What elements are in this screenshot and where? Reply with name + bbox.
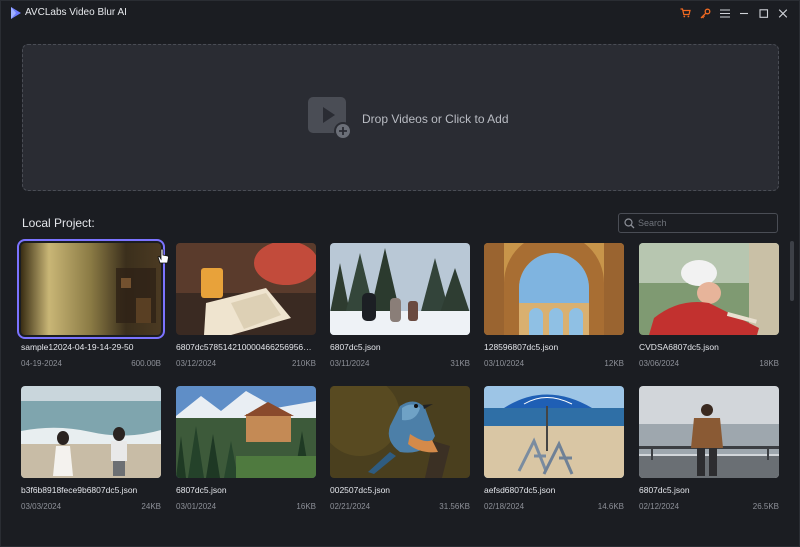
file-date: 03/11/2024 (330, 359, 370, 368)
file-date: 02/18/2024 (484, 502, 525, 511)
menu-icon[interactable] (715, 4, 735, 22)
thumbnail (330, 386, 470, 478)
title-bar: AVCLabs Video Blur AI (1, 1, 799, 25)
close-icon[interactable] (774, 4, 794, 22)
search-icon (624, 218, 635, 229)
app-logo-icon (11, 7, 21, 19)
minimize-icon[interactable] (735, 4, 755, 22)
thumbnail (484, 386, 624, 478)
thumbnail (639, 243, 779, 335)
file-date: 02/21/2024 (330, 502, 371, 511)
file-size: 12KB (604, 359, 624, 368)
thumbnail (484, 243, 624, 335)
app-window: AVCLabs Video Blur AI Drop Videos or Cli… (0, 0, 800, 547)
thumbnail (21, 386, 161, 478)
file-size: 210KB (291, 359, 316, 368)
key-icon[interactable] (696, 4, 716, 22)
drop-zone[interactable]: Drop Videos or Click to Add (22, 44, 779, 191)
file-size: 600.00B (131, 359, 161, 368)
file-name: CVDSA6807dc5.json (639, 342, 719, 352)
hand-cursor-icon (157, 248, 169, 264)
app-title: AVCLabs Video Blur AI (25, 7, 127, 18)
file-name: 6807dc5.json (176, 485, 227, 495)
file-date: 04-19-2024 (21, 359, 62, 368)
thumbnail (330, 243, 470, 335)
thumbnail (176, 386, 316, 478)
file-name: 6807dc5.json (639, 485, 690, 495)
file-date: 03/12/2024 (176, 359, 217, 368)
file-size: 18KB (759, 359, 779, 368)
file-date: 03/06/2024 (639, 359, 680, 368)
add-video-icon (308, 97, 352, 140)
cart-icon[interactable] (676, 4, 696, 22)
file-name: 002507dc5.json (330, 485, 391, 495)
file-size: 14.6KB (597, 502, 624, 511)
file-name: 128596807dc5.json (484, 342, 559, 352)
file-size: 16KB (296, 502, 316, 511)
maximize-icon[interactable] (754, 4, 774, 22)
file-date: 03/10/2024 (484, 359, 525, 368)
thumbnail (639, 386, 779, 478)
file-date: 03/01/2024 (176, 502, 217, 511)
file-size: 24KB (141, 502, 161, 511)
file-date: 02/12/2024 (639, 502, 680, 511)
file-name: b3f6b8918fece9b6807dc5.json (21, 485, 138, 495)
file-date: 03/03/2024 (21, 502, 62, 511)
thumbnail (17, 239, 165, 339)
file-size: 31KB (450, 359, 470, 368)
file-name: aefsd6807dc5.json (484, 485, 556, 495)
search-input[interactable] (638, 215, 773, 231)
thumbnail (176, 243, 316, 335)
drop-zone-label: Drop Videos or Click to Add (362, 112, 509, 126)
section-title: Local Project: (22, 216, 95, 230)
file-name: 6807dc5.json (330, 342, 381, 352)
file-size: 26.5KB (752, 502, 779, 511)
file-name: sample12024-04-19-14-29-50 (21, 342, 134, 352)
title-bar-controls (676, 4, 793, 22)
file-size: 31.56KB (439, 502, 470, 511)
file-name: 6807dc5785142100004662569562… (176, 342, 316, 352)
search-box[interactable] (618, 213, 778, 233)
scrollbar-thumb[interactable] (790, 241, 794, 301)
